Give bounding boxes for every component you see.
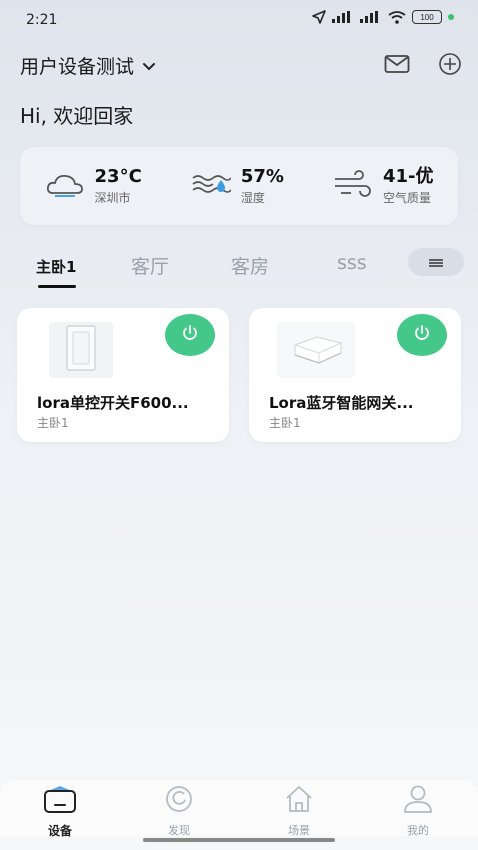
profile-icon xyxy=(402,784,434,818)
nav-item-discover[interactable]: 发现 xyxy=(139,784,219,838)
temperature-item: 23°C 深圳市 xyxy=(45,165,142,206)
tab-master-bedroom[interactable]: 主卧1 xyxy=(36,256,76,277)
nav-label: 场景 xyxy=(288,824,310,837)
nav-label: 设备 xyxy=(47,824,72,838)
nav-item-profile[interactable]: 我的 xyxy=(378,784,458,838)
city-label: 深圳市 xyxy=(94,190,131,205)
signal-icon-2 xyxy=(360,11,382,23)
location-arrow-icon xyxy=(312,10,326,24)
nav-label: 我的 xyxy=(407,824,429,837)
menu-icon xyxy=(427,253,445,272)
device-power-button[interactable] xyxy=(397,314,447,356)
wifi-icon xyxy=(388,10,406,24)
gateway-icon xyxy=(281,323,351,377)
power-icon xyxy=(181,324,199,346)
device-room: 主卧1 xyxy=(269,416,301,430)
device-image xyxy=(277,322,355,378)
humidity-label: 湿度 xyxy=(240,190,265,205)
humidity-value: 57% xyxy=(240,165,284,187)
home-selector[interactable]: 用户设备测试 xyxy=(20,52,156,79)
status-time: 2:21 xyxy=(26,12,58,28)
wind-icon xyxy=(333,170,373,202)
weather-card: 23°C 深圳市 57% 湿度 41-优 空气质量 xyxy=(20,147,458,225)
cloud-icon xyxy=(45,171,85,201)
active-tab-indicator xyxy=(38,285,76,288)
devices-icon xyxy=(42,784,78,818)
tab-sss[interactable]: sss xyxy=(337,252,367,274)
device-room: 主卧1 xyxy=(37,416,69,430)
humidity-icon xyxy=(191,170,232,202)
scene-home-icon xyxy=(283,784,315,818)
room-tabs: 主卧1 客厅 客房 sss xyxy=(20,248,464,292)
status-icons: 100 xyxy=(312,10,454,24)
nav-label: 发现 xyxy=(168,824,190,837)
room-menu-button[interactable] xyxy=(408,248,464,276)
nav-item-scenes[interactable]: 场景 xyxy=(259,784,339,838)
status-bar: 2:21 100 xyxy=(0,0,478,44)
device-name: Lora蓝牙智能网关... xyxy=(269,394,414,412)
charging-dot xyxy=(448,14,454,20)
home-indicator[interactable] xyxy=(143,838,335,842)
tab-living-room[interactable]: 客厅 xyxy=(131,252,169,279)
device-power-button[interactable] xyxy=(165,314,215,356)
discover-icon xyxy=(163,784,195,818)
mail-icon[interactable] xyxy=(384,54,410,78)
air-quality-value: 41-优 xyxy=(382,165,434,187)
air-quality-label: 空气质量 xyxy=(382,190,431,205)
header-actions xyxy=(384,52,462,80)
humidity-item: 57% 湿度 xyxy=(191,165,284,206)
nav-item-devices[interactable]: 设备 xyxy=(20,784,100,839)
bottom-nav: 设备 发现 场景 我的 xyxy=(0,780,478,839)
temperature-value: 23°C xyxy=(94,165,142,187)
air-quality-item: 41-优 空气质量 xyxy=(333,165,434,206)
chevron-down-icon xyxy=(142,55,156,77)
wall-switch-icon xyxy=(51,322,111,378)
battery-indicator: 100 xyxy=(412,10,442,24)
tab-guest-room[interactable]: 客房 xyxy=(231,252,269,279)
device-image xyxy=(49,322,113,378)
power-icon xyxy=(413,324,431,346)
greeting-text: Hi, 欢迎回家 xyxy=(20,104,134,128)
home-title: 用户设备测试 xyxy=(20,56,135,78)
device-card[interactable]: Lora蓝牙智能网关... 主卧1 xyxy=(249,308,461,442)
signal-icon xyxy=(332,11,354,23)
add-circle-icon[interactable] xyxy=(438,52,462,80)
device-card[interactable]: lora单控开关F600... 主卧1 xyxy=(17,308,229,442)
device-name: lora单控开关F600... xyxy=(37,394,189,412)
